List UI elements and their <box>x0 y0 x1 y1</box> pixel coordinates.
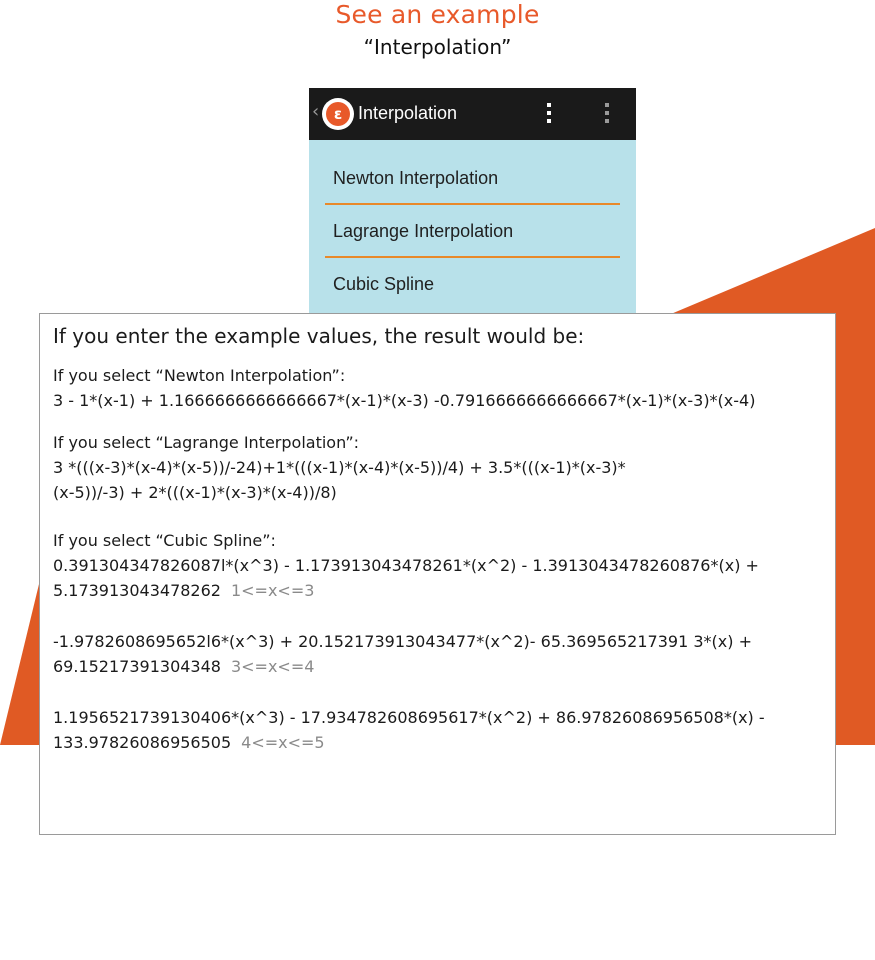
spline-equation-3-line2: 133.97826086956505 4<=x<=5 <box>53 730 835 755</box>
lagrange-equation-line2: (x-5))/-3) + 2*(((x-1)*(x-3)*(x-4))/8) <box>53 483 337 502</box>
spline-equation-1-constant: 5.173913043478262 <box>53 581 221 600</box>
app-logo-letter: ε <box>326 102 350 126</box>
chevron-left-icon[interactable]: ‹ <box>312 101 319 122</box>
spline-label: If you select “Cubic Spline”: <box>53 531 276 550</box>
action-bar-title: Interpolation <box>358 103 458 123</box>
spline-range-1: 1<=x<=3 <box>230 581 315 600</box>
result-intro: If you enter the example values, the res… <box>53 324 585 348</box>
lagrange-equation-line1: 3 *(((x-3)*(x-4)*(x-5))/-24)+1*(((x-1)*(… <box>53 458 626 477</box>
phone-screen: ‹ ε Interpolation Newton Interpolation L… <box>309 88 636 328</box>
spline-equation-2-line2: 69.15217391304348 3<=x<=4 <box>53 654 835 679</box>
action-bar: ‹ ε Interpolation <box>309 88 636 140</box>
spline-equation-3-constant: 133.97826086956505 <box>53 733 232 752</box>
result-panel: If you enter the example values, the res… <box>39 313 836 835</box>
spline-equation-2-constant: 69.15217391304348 <box>53 657 221 676</box>
newton-label: If you select “Newton Interpolation”: <box>53 366 346 385</box>
app-logo-icon[interactable]: ε <box>322 98 354 130</box>
overflow-menu-icon[interactable] <box>545 103 553 127</box>
spline-range-2: 3<=x<=4 <box>230 657 315 676</box>
menu-item-lagrange[interactable]: Lagrange Interpolation <box>325 207 620 258</box>
spline-equation-1-line2: 5.173913043478262 1<=x<=3 <box>53 578 835 603</box>
menu-item-cubic-spline[interactable]: Cubic Spline <box>325 260 620 311</box>
newton-equation: 3 - 1*(x-1) + 1.1666666666666667*(x-1)*(… <box>53 391 756 410</box>
spline-equation-2-line1: -1.9782608695652l6*(x^3) + 20.1521739130… <box>53 632 752 651</box>
spline-range-3: 4<=x<=5 <box>241 733 325 752</box>
spline-equation-3-line1: 1.1956521739130406*(x^3) - 17.9347826086… <box>53 708 765 727</box>
lagrange-label: If you select “Lagrange Interpolation”: <box>53 433 360 452</box>
overflow-menu-icon[interactable] <box>603 103 611 127</box>
menu-item-newton[interactable]: Newton Interpolation <box>325 154 620 205</box>
spline-equation-1-line1: 0.391304347826087l*(x^3) - 1.17391304347… <box>53 556 759 575</box>
